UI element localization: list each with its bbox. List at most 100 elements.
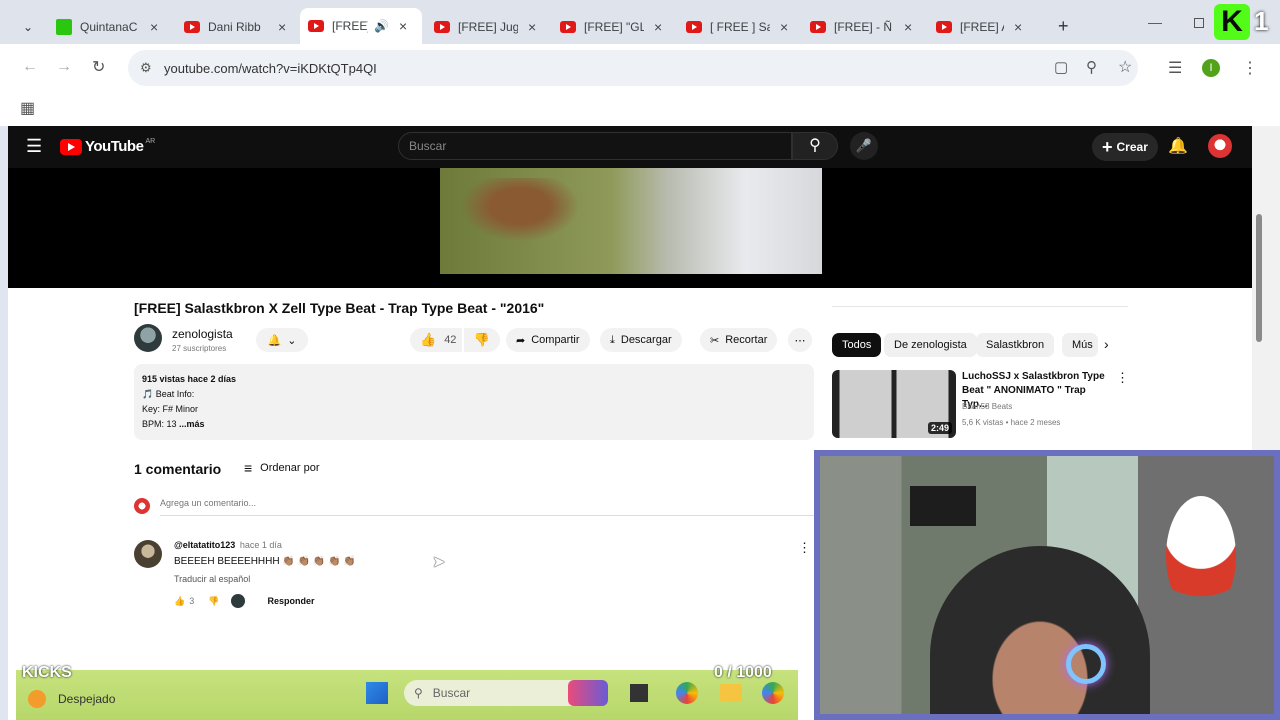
close-icon[interactable]: × bbox=[1014, 19, 1022, 35]
taskbar-app-icon[interactable] bbox=[676, 682, 698, 704]
account-avatar[interactable] bbox=[1208, 134, 1232, 158]
subscriber-count: 27 suscriptores bbox=[172, 344, 227, 353]
tab-search-button[interactable]: ⌄ bbox=[16, 16, 40, 38]
folder-icon[interactable] bbox=[720, 684, 742, 702]
menu-kebab-icon[interactable]: ⋮ bbox=[1242, 58, 1258, 78]
taskbar-app-icon[interactable] bbox=[568, 680, 608, 706]
chevron-down-icon: ⌄ bbox=[287, 334, 297, 347]
channel-avatar[interactable] bbox=[134, 324, 162, 352]
voice-search-button[interactable]: 🎤 bbox=[850, 132, 878, 160]
notifications-bell-icon[interactable]: 🔔 bbox=[1168, 136, 1188, 156]
search-icon: ⚲ bbox=[414, 686, 423, 700]
video-frame[interactable] bbox=[440, 168, 822, 274]
chip-artist[interactable]: Salastkbron bbox=[976, 333, 1055, 357]
youtube-icon bbox=[434, 21, 450, 33]
youtube-logo[interactable]: YouTube AR bbox=[60, 138, 155, 155]
scrollbar-thumb[interactable] bbox=[1256, 214, 1262, 342]
close-icon[interactable]: × bbox=[904, 19, 912, 35]
commenter-avatar[interactable] bbox=[134, 540, 162, 568]
create-label: Crear bbox=[1116, 140, 1148, 154]
like-button[interactable]: 👍 42 bbox=[410, 328, 462, 352]
close-icon[interactable]: × bbox=[654, 19, 662, 35]
restore-button[interactable] bbox=[1194, 18, 1204, 28]
taskbar-app-icon[interactable] bbox=[762, 682, 784, 704]
apps-grid-icon[interactable]: ▦ bbox=[20, 98, 35, 118]
new-tab-button[interactable]: + bbox=[1058, 16, 1069, 37]
weather-widget[interactable]: Despejado bbox=[28, 690, 115, 708]
comment-author[interactable]: @eltatatito123 bbox=[174, 540, 235, 550]
profile-avatar[interactable]: I bbox=[1202, 59, 1220, 77]
recommended-channel[interactable]: Brian58 Beats bbox=[962, 402, 1012, 411]
taskbar-search[interactable]: ⚲ Buscar bbox=[404, 680, 584, 706]
comment-dislike-icon[interactable]: 👎 bbox=[208, 596, 219, 607]
forward-icon[interactable]: → bbox=[56, 58, 72, 76]
hamburger-icon[interactable]: ☰ bbox=[26, 136, 42, 157]
tab-jug[interactable]: [FREE] Jug × bbox=[426, 12, 550, 42]
dislike-button[interactable]: 👎 bbox=[464, 328, 500, 352]
youtube-icon bbox=[686, 21, 702, 33]
minimize-button[interactable]: — bbox=[1148, 14, 1162, 30]
clip-button[interactable]: ✂ Recortar bbox=[700, 328, 778, 352]
close-icon[interactable]: × bbox=[528, 19, 536, 35]
media-control-icon[interactable]: ☰ bbox=[1168, 58, 1182, 78]
address-bar[interactable]: ⚙ youtube.com/watch?v=iKDKtQTp4QI ▢ ⚲ ☆ bbox=[128, 50, 1138, 86]
sort-comments-button[interactable]: ≡ Ordenar por bbox=[244, 460, 319, 476]
tab-quintana[interactable]: QuintanaC × bbox=[48, 12, 172, 42]
start-button[interactable] bbox=[366, 682, 388, 704]
chip-music[interactable]: Mús bbox=[1062, 333, 1098, 357]
back-icon[interactable]: ← bbox=[22, 58, 38, 76]
tab-title: [FREE] bbox=[332, 19, 368, 33]
plus-icon: + bbox=[1102, 136, 1113, 157]
add-comment-input[interactable]: Agrega un comentario... bbox=[160, 498, 814, 516]
chevron-right-icon[interactable]: › bbox=[1104, 336, 1109, 352]
channel-name[interactable]: zenologista bbox=[172, 327, 233, 341]
translate-link[interactable]: Traducir al español bbox=[174, 574, 250, 584]
chip-channel[interactable]: De zenologista bbox=[884, 333, 977, 357]
bookmark-star-icon[interactable]: ☆ bbox=[1118, 57, 1132, 77]
close-icon[interactable]: × bbox=[399, 18, 407, 34]
share-button[interactable]: ➦ Compartir bbox=[506, 328, 590, 352]
recommended-menu-icon[interactable]: ⋮ bbox=[1116, 370, 1129, 386]
user-avatar-small bbox=[134, 498, 150, 514]
show-more-link[interactable]: ...más bbox=[179, 419, 205, 429]
video-player[interactable] bbox=[8, 168, 1252, 288]
tab-al[interactable]: [FREE] AL × bbox=[928, 12, 1052, 42]
comment-text: BEEEEH BEEEEHHHH 👏🏽 👏🏽 👏🏽 👏🏽 👏🏽 bbox=[174, 556, 356, 567]
more-actions-button[interactable]: ⋯ bbox=[788, 328, 812, 352]
download-button[interactable]: ⤓ Descargar bbox=[600, 328, 682, 352]
tab-active[interactable]: [FREE] 🔊 × bbox=[300, 8, 422, 44]
comment-like-count: 3 bbox=[189, 596, 195, 606]
search-button[interactable]: ⚲ bbox=[792, 132, 838, 160]
tab-sa[interactable]: [ FREE ] Sa × bbox=[678, 12, 802, 42]
koi-fish-decoration bbox=[1166, 496, 1236, 616]
recommended-thumbnail[interactable]: 2:49 bbox=[832, 370, 956, 438]
speaker-icon[interactable]: 🔊 bbox=[374, 19, 389, 33]
close-icon[interactable]: × bbox=[278, 19, 286, 35]
microphone-icon: 🎤 bbox=[855, 138, 873, 153]
create-button[interactable]: + Crear bbox=[1092, 133, 1158, 161]
download-label: Descargar bbox=[620, 334, 672, 346]
description-box[interactable]: 915 vistas hace 2 días 🎵 Beat Info: Key:… bbox=[134, 364, 814, 440]
tab-n[interactable]: [FREE] - Ñ × bbox=[802, 12, 926, 42]
tab-title: QuintanaC bbox=[80, 20, 138, 34]
subscription-bell-button[interactable]: 🔔 ⌄ bbox=[256, 328, 308, 352]
taskbar-app-icon[interactable] bbox=[630, 684, 648, 702]
comment-like-icon[interactable]: 👍 bbox=[174, 596, 185, 607]
chip-todos[interactable]: Todos bbox=[832, 333, 882, 357]
search-box[interactable]: Buscar bbox=[398, 132, 792, 160]
tab-dani[interactable]: Dani Ribb × bbox=[176, 12, 300, 42]
comment-menu-icon[interactable]: ⋮ bbox=[798, 540, 811, 556]
youtube-icon bbox=[810, 21, 826, 33]
overlay-kicks-label: KICKS bbox=[22, 664, 72, 681]
close-icon[interactable]: × bbox=[780, 19, 788, 35]
reload-icon[interactable]: ↻ bbox=[92, 57, 105, 77]
taskbar: KICKS 0 / 1000 Despejado ⚲ Buscar bbox=[16, 664, 798, 720]
taskbar-search-placeholder: Buscar bbox=[432, 686, 471, 700]
tab-gl[interactable]: [FREE] "GL × bbox=[552, 12, 676, 42]
reply-button[interactable]: Responder bbox=[267, 596, 314, 606]
zoom-icon[interactable]: ⚲ bbox=[1086, 58, 1097, 76]
site-info-icon[interactable]: ⚙ bbox=[140, 60, 152, 76]
search-input-placeholder: Buscar bbox=[409, 139, 447, 153]
close-icon[interactable]: × bbox=[150, 19, 158, 35]
install-icon[interactable]: ▢ bbox=[1054, 58, 1068, 76]
